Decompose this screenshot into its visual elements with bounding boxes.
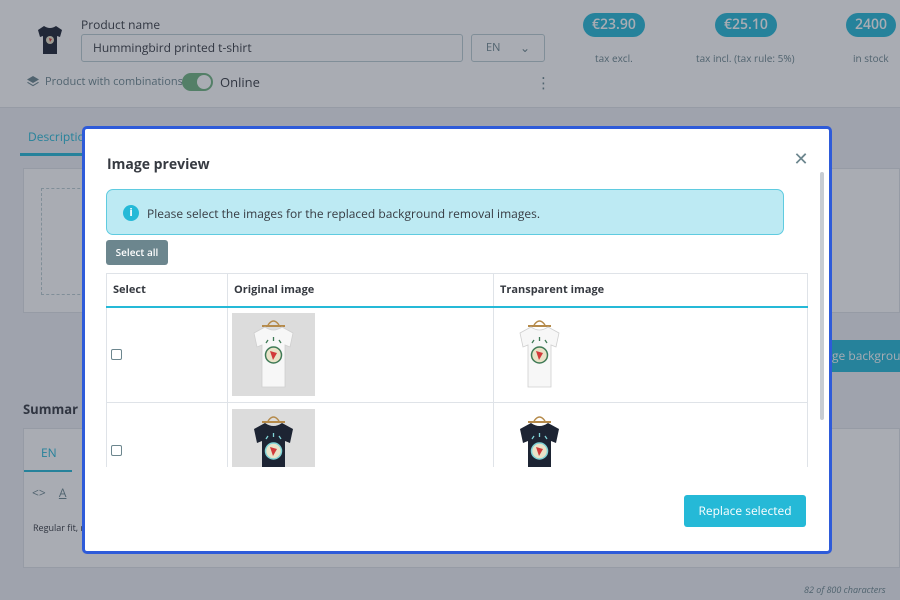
alert-message: Please select the images for the replace… (147, 205, 540, 222)
select-all-button[interactable]: Select all (106, 240, 168, 265)
black-tshirt-original-image (232, 409, 315, 467)
replace-selected-button[interactable]: Replace selected (684, 495, 806, 527)
header-original-image: Original image (227, 273, 494, 308)
original-image-cell (227, 402, 494, 467)
table-row (106, 306, 808, 403)
original-image-cell (227, 306, 494, 403)
row-checkbox[interactable] (111, 445, 122, 456)
white-tshirt-original-image (232, 313, 315, 397)
table-header-row: Select Original image Transparent image (106, 273, 808, 308)
select-cell (106, 402, 228, 467)
tshirt-image (254, 416, 293, 467)
modal-title: Image preview (107, 155, 210, 174)
transparent-image-cell (493, 402, 808, 467)
transparent-image-cell (493, 306, 808, 403)
image-preview-modal: Image preview ✕ i Please select the imag… (82, 126, 832, 554)
image-table: Select Original image Transparent image (106, 273, 808, 467)
white-tshirt-transparent-image (498, 313, 581, 396)
header-transparent-image: Transparent image (493, 273, 808, 308)
tshirt-image (519, 320, 560, 388)
close-icon[interactable]: ✕ (791, 149, 811, 169)
image-table-scroll: Select Original image Transparent image (106, 273, 808, 467)
modal-scrollbar[interactable] (820, 172, 824, 420)
tshirt-image (253, 320, 294, 388)
header-select: Select (106, 273, 228, 308)
black-tshirt-transparent-image (498, 409, 581, 467)
info-alert: i Please select the images for the repla… (106, 189, 784, 235)
tshirt-image (520, 416, 559, 467)
table-row (106, 402, 808, 467)
row-checkbox[interactable] (111, 349, 122, 361)
select-cell (106, 306, 228, 403)
info-icon: i (123, 205, 139, 221)
